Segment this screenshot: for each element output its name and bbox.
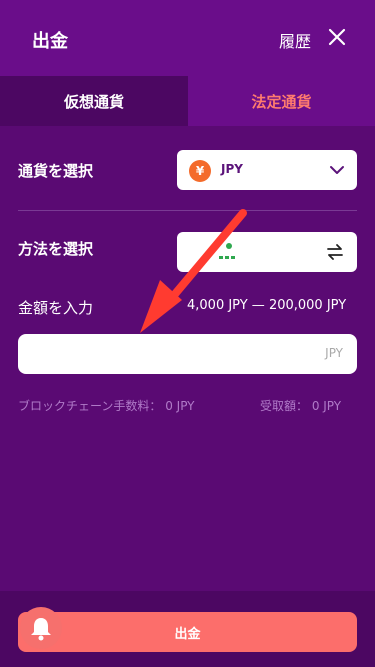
tab-crypto[interactable]: 仮想通貨 bbox=[0, 76, 188, 126]
divider bbox=[18, 210, 357, 211]
currency-select[interactable]: ¥ JPY bbox=[177, 150, 357, 190]
blockchain-fee: ブロックチェーン手数料： 0 JPY bbox=[18, 399, 195, 413]
amount-input[interactable]: JPY bbox=[18, 334, 357, 374]
currency-selected: JPY bbox=[221, 162, 243, 176]
swap-icon[interactable] bbox=[325, 242, 345, 262]
amount-label: 金額を入力 bbox=[18, 299, 94, 317]
method-select[interactable] bbox=[177, 232, 357, 272]
header: 出金 履歴 bbox=[0, 0, 375, 76]
withdraw-button[interactable]: 出金 bbox=[18, 612, 357, 652]
yen-icon: ¥ bbox=[189, 160, 211, 182]
amount-unit: JPY bbox=[325, 346, 343, 360]
method-label: 方法を選択 bbox=[18, 240, 94, 258]
bell-icon bbox=[31, 618, 51, 641]
chevron-down-icon bbox=[329, 162, 345, 178]
close-icon[interactable] bbox=[326, 26, 348, 48]
tab-bar: 仮想通貨 法定通貨 bbox=[0, 76, 375, 126]
notification-button[interactable] bbox=[20, 607, 62, 649]
currency-label: 通貨を選択 bbox=[18, 162, 94, 180]
history-link[interactable]: 履歴 bbox=[279, 28, 311, 52]
payment-method-logo bbox=[203, 236, 253, 266]
tab-fiat[interactable]: 法定通貨 bbox=[188, 76, 375, 126]
page-title: 出金 bbox=[32, 31, 68, 52]
received-amount: 受取額： 0 JPY bbox=[260, 399, 342, 413]
amount-range: 4,000 JPY — 200,000 JPY bbox=[187, 298, 347, 313]
